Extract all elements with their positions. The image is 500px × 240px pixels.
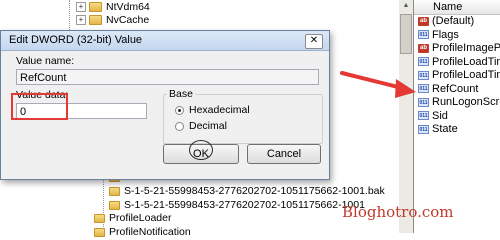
cancel-button[interactable]: Cancel (247, 144, 321, 164)
tree-item-selected[interactable]: S-1-5-21-55998453-2776202702-1051175662-… (109, 198, 365, 212)
tree-item-label: NvCache (106, 14, 150, 26)
folder-icon (109, 200, 120, 210)
dialog-title[interactable]: Edit DWORD (32-bit) Value (1, 31, 329, 51)
value-name-label: RefCount (432, 82, 479, 95)
values-list: ab(Default)011FlagsabProfileImagePath011… (414, 15, 500, 137)
value-row[interactable]: 011ProfileLoadTimeLow (414, 69, 500, 83)
radio-unselected-icon (175, 121, 184, 131)
scrollbar-thumb[interactable] (400, 14, 412, 54)
binary-value-icon: 011 (418, 30, 429, 40)
radio-label: Hexadecimal (189, 104, 250, 116)
binary-value-icon: 011 (418, 57, 429, 67)
tree-item-label: ProfileNotification (109, 226, 191, 238)
value-row[interactable]: ab (Default) (414, 15, 500, 29)
folder-icon (94, 227, 105, 237)
value-name-label: Flags (432, 28, 459, 41)
red-arrow-icon (340, 71, 416, 98)
value-name-label: ProfileLoadTimeLow (432, 69, 500, 81)
ok-button-circle-annotation (189, 140, 213, 160)
folder-icon (94, 213, 105, 223)
base-groupbox (163, 94, 323, 144)
folder-icon (89, 2, 102, 13)
column-header-name[interactable]: Name (414, 0, 500, 15)
value-row[interactable]: abProfileImagePath (414, 42, 500, 56)
value-row[interactable]: 011 Sid (414, 110, 500, 124)
value-row[interactable]: 011RunLogonScriptSync (414, 96, 500, 110)
watermark: Bloghotro.com (342, 203, 454, 221)
value-name-field[interactable]: RefCount (16, 69, 319, 85)
string-value-icon: ab (418, 16, 429, 26)
tree-item[interactable]: + NvCache (76, 13, 149, 27)
hexadecimal-radio[interactable]: Hexadecimal (175, 104, 250, 116)
value-name-label: Sid (432, 109, 448, 122)
base-label: Base (167, 88, 195, 100)
radio-selected-icon (175, 105, 184, 115)
tree-item-label: ProfileLoader (109, 212, 172, 224)
close-button[interactable]: ✕ (305, 34, 323, 49)
expand-icon[interactable]: + (76, 2, 86, 13)
tree-item-label: S-1-5-21-55998453-2776202702-1051175662-… (124, 199, 365, 211)
string-value-icon: ab (418, 43, 429, 53)
tree-item-label: NtVdm64 (106, 1, 150, 13)
value-row[interactable]: 011 RefCount (414, 83, 500, 97)
radio-label: Decimal (189, 120, 227, 132)
value-data-highlight (11, 93, 68, 120)
value-name-label: ProfileLoadTimeHigh (432, 55, 500, 68)
tree-item[interactable]: ProfileLoader (94, 211, 171, 225)
expand-icon[interactable]: + (76, 15, 86, 26)
value-name-label: RunLogonScriptSync (432, 96, 500, 108)
binary-value-icon: 011 (418, 111, 429, 121)
folder-icon (109, 186, 120, 196)
tree-item[interactable]: + NtVdm64 (76, 0, 150, 14)
tree-item[interactable]: ProfileNotification (94, 225, 191, 239)
value-row[interactable]: 011ProfileLoadTimeHigh (414, 56, 500, 70)
decimal-radio[interactable]: Decimal (175, 120, 227, 132)
value-name-label: Value name: (16, 55, 75, 67)
binary-value-icon: 011 (418, 124, 429, 134)
tree-item-label: S-1-5-21-55998453-2776202702-1051175662-… (124, 185, 385, 197)
value-row[interactable]: 011 State (414, 123, 500, 137)
folder-icon (89, 15, 102, 26)
value-name-label: ProfileImagePath (432, 42, 500, 54)
tree-item[interactable]: S-1-5-21-55998453-2776202702-1051175662-… (109, 184, 385, 198)
registry-values-pane[interactable]: Name ab(Default)011FlagsabProfileImagePa… (413, 0, 500, 233)
value-name-label: (Default) (432, 15, 475, 27)
value-name-label: State (432, 123, 458, 135)
scroll-up-icon[interactable]: ▲ (401, 1, 411, 11)
tree-scrollbar[interactable]: ▲ (399, 0, 413, 233)
value-row[interactable]: 011 Flags (414, 29, 500, 43)
